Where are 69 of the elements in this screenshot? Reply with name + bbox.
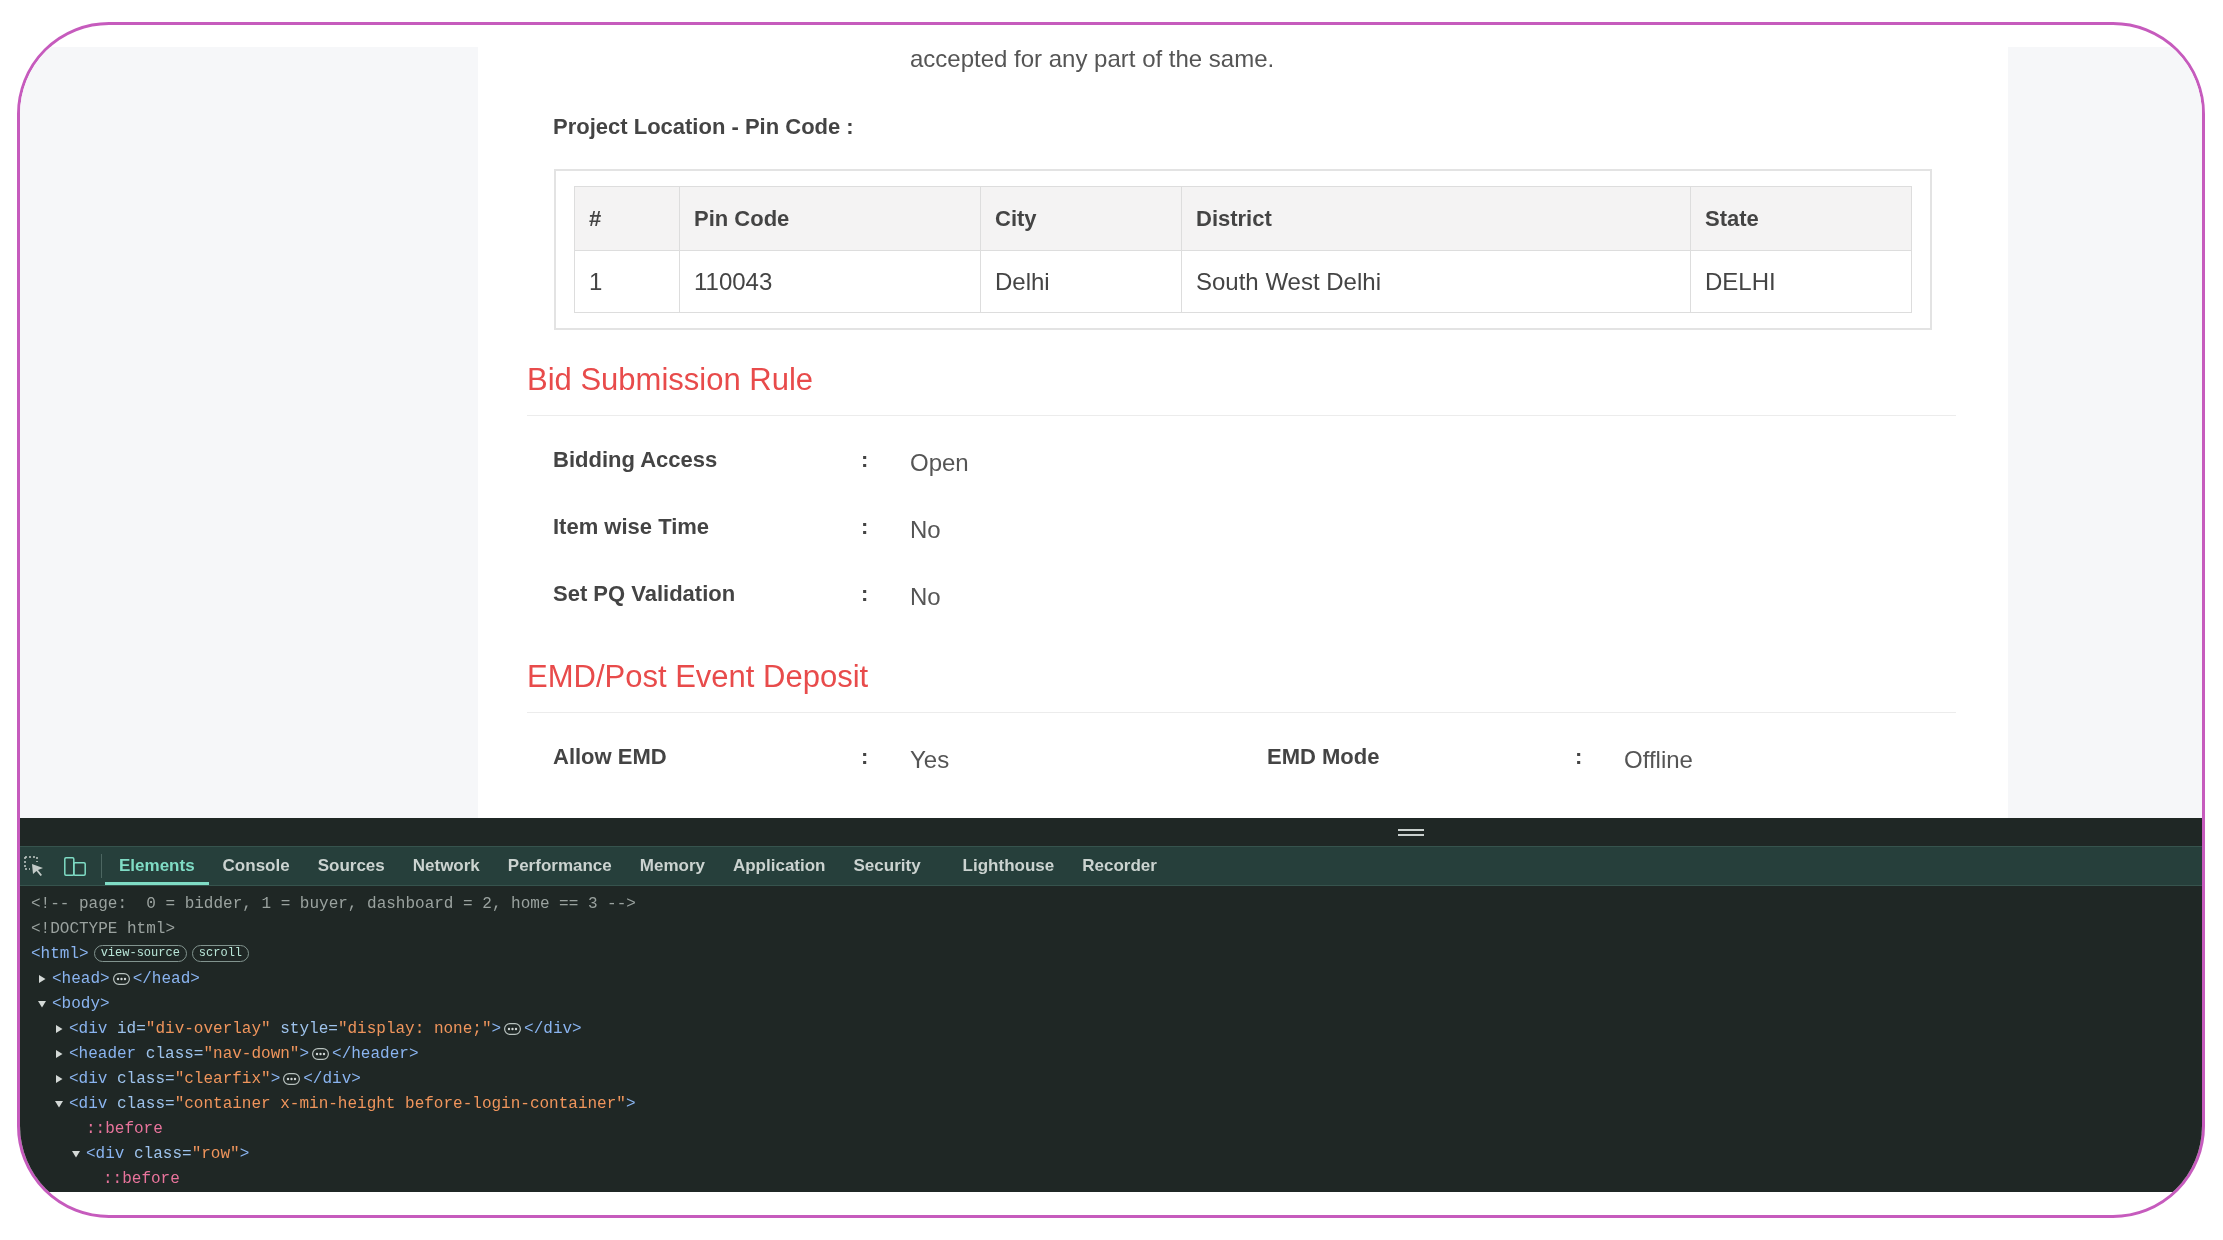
- ellipsis-icon[interactable]: [283, 1072, 301, 1085]
- body-text: accepted for any part of the same.: [910, 47, 1275, 71]
- open-tag-text: <head>: [52, 969, 110, 988]
- table-cell: South West Delhi: [1181, 250, 1691, 313]
- code-comment: <!-- page: 0 = bidder, 1 = buyer, dashboard = 2, home == 3 -->: [31, 894, 636, 913]
- open-tag-text: <div class="clearfix">: [69, 1069, 281, 1088]
- closing-tag-text: </div>: [524, 1019, 582, 1038]
- caret-right-icon[interactable]: [55, 1024, 63, 1033]
- field-separator: :: [861, 513, 869, 540]
- devices-icon[interactable]: [64, 856, 86, 876]
- table-cell: 1: [574, 250, 680, 313]
- table-header-cell: City: [980, 186, 1182, 251]
- devtools-tab[interactable]: Recorder: [1068, 847, 1171, 885]
- open-tag-text: <div class="container x-min-height before-login-container">: [69, 1094, 636, 1113]
- devtools-tab[interactable]: Console: [208, 847, 304, 885]
- caret-right-icon[interactable]: [55, 1074, 63, 1083]
- devtools-tab[interactable]: Performance: [493, 847, 626, 885]
- field-value: Offline: [1624, 745, 1693, 774]
- table-header-cell: Pin Code: [679, 186, 981, 251]
- ellipsis-icon[interactable]: [112, 972, 130, 985]
- field-value: No: [910, 582, 941, 611]
- table-cell: 110043: [679, 250, 981, 313]
- closing-tag-text: </div>: [303, 1069, 361, 1088]
- table-cell: DELHI: [1690, 250, 1912, 313]
- pseudo-element-text: ::before: [103, 1169, 180, 1188]
- field-label: Allow EMD: [553, 743, 667, 770]
- cursor-select-icon[interactable]: [24, 856, 44, 876]
- field-value: No: [910, 515, 941, 544]
- field-label: Item wise Time: [553, 513, 710, 540]
- caret-right-icon[interactable]: [55, 1049, 63, 1058]
- devtools-tab[interactable]: Sources: [303, 847, 399, 885]
- caret-right-icon[interactable]: [38, 974, 46, 983]
- devtools-tab[interactable]: Elements: [105, 847, 209, 885]
- open-tag-text: <header class="nav-down">: [69, 1044, 310, 1063]
- field-value: Yes: [910, 745, 950, 774]
- caret-down-icon[interactable]: [72, 1149, 80, 1158]
- devtools-tab[interactable]: Lighthouse: [948, 847, 1069, 885]
- field-separator: :: [861, 446, 869, 473]
- section-heading: Bid Submission Rule: [527, 361, 814, 399]
- devtools-tab[interactable]: Network: [398, 847, 494, 885]
- closing-tag-text: </head>: [132, 969, 200, 988]
- caret-down-icon[interactable]: [38, 999, 46, 1008]
- devtools-tab[interactable]: Security: [839, 847, 935, 885]
- devtools-tab[interactable]: Application: [718, 847, 840, 885]
- field-label: Bidding Access: [553, 446, 718, 473]
- open-tag-text: <body>: [52, 994, 110, 1013]
- closing-tag-text: </header>: [332, 1044, 419, 1063]
- open-tag-text: <html>: [31, 944, 89, 963]
- devtools-tab[interactable]: Memory: [625, 847, 719, 885]
- ellipsis-icon[interactable]: [504, 1022, 522, 1035]
- open-tag-text: <div class="row">: [86, 1144, 250, 1163]
- table-header-cell: State: [1690, 186, 1912, 251]
- caret-down-icon[interactable]: [55, 1099, 63, 1108]
- table-header-cell: District: [1181, 186, 1691, 251]
- table-header-cell: #: [574, 186, 680, 251]
- open-tag-text: <div id="div-overlay" style="display: none;">: [69, 1019, 502, 1038]
- doctype-text: <!DOCTYPE html>: [31, 919, 176, 938]
- field-separator: :: [861, 743, 869, 770]
- section-label: Project Location - Pin Code :: [553, 113, 854, 141]
- pseudo-element-text: ::before: [86, 1119, 163, 1138]
- field-label: Set PQ Validation: [553, 580, 736, 607]
- field-label: EMD Mode: [1267, 743, 1380, 770]
- field-separator: :: [1575, 743, 1583, 770]
- field-separator: :: [861, 580, 869, 607]
- ellipsis-icon[interactable]: [312, 1047, 330, 1060]
- section-heading: EMD/Post Event Deposit: [527, 658, 869, 696]
- table-cell: Delhi: [980, 250, 1182, 313]
- resize-handle-icon[interactable]: [1398, 828, 1424, 836]
- field-value: Open: [910, 448, 969, 477]
